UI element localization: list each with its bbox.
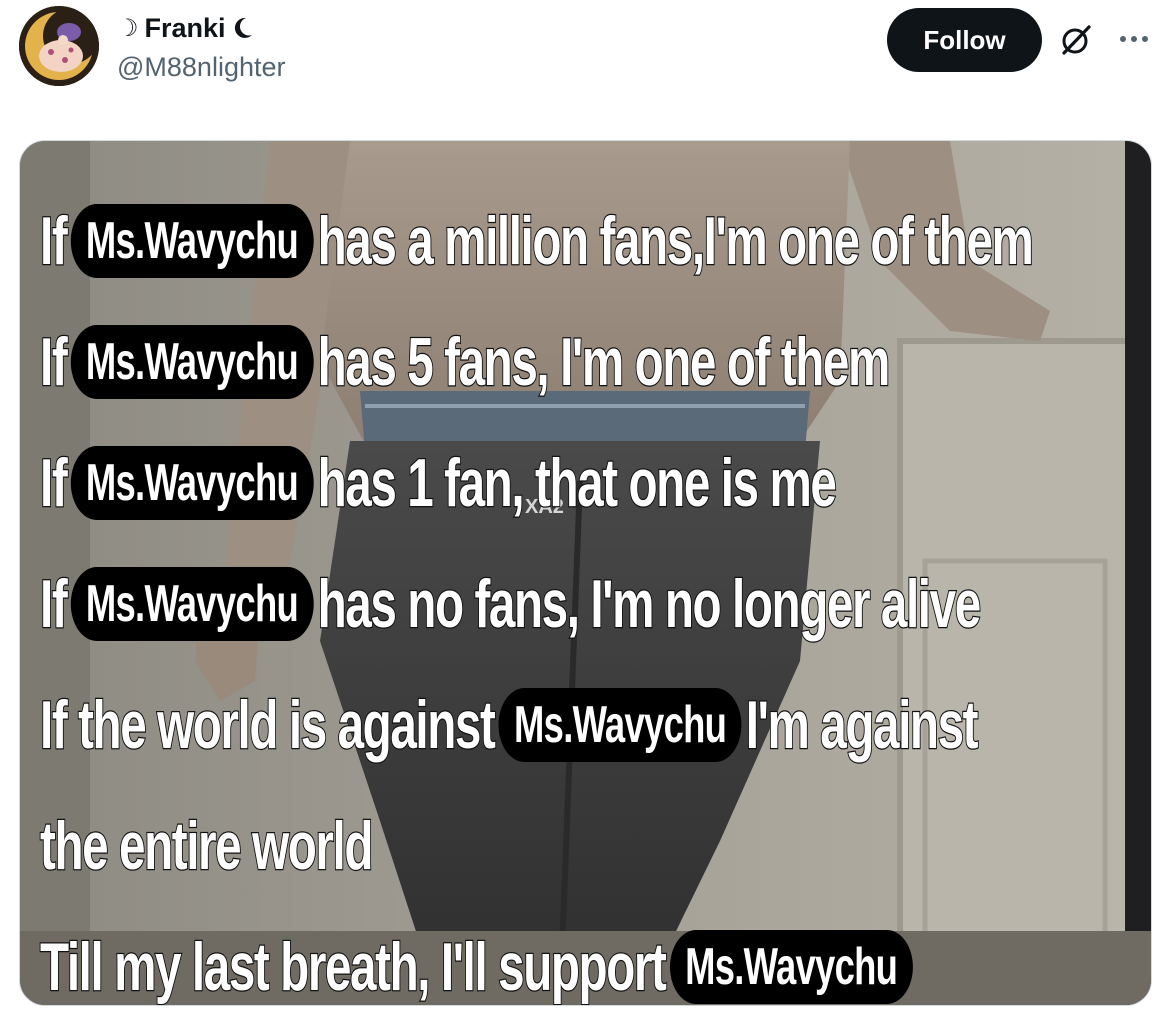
avatar[interactable] (19, 6, 99, 86)
author-names: ☽ Franki @M88nlighter (117, 10, 286, 83)
redacted-name: Ms.Wavychu (70, 446, 314, 520)
meme-line-1: If Ms.Wavychu has a million fans,I'm one o… (39, 202, 1035, 281)
more-icon[interactable] (1114, 24, 1154, 54)
meme-line-7: Till my last breath, I'll support Ms.Wavy… (39, 907, 1132, 1005)
tweet: ☽ Franki @M88nlighter Follow XA2 If Ms.W… (0, 0, 1166, 1022)
grok-icon[interactable] (1058, 22, 1094, 58)
redacted-name: Ms.Wavychu (70, 567, 314, 641)
meme-line-6: the entire world (39, 807, 374, 886)
redacted-name: Ms.Wavychu (669, 930, 913, 1004)
meme-line-5: If the world is against Ms.Wavychu I'm aga… (39, 686, 979, 765)
meme-line-2: If Ms.Wavychu has 5 fans, I'm one of them (39, 323, 891, 402)
author-name: Franki (144, 12, 226, 43)
redacted-name: Ms.Wavychu (70, 325, 314, 399)
meme-line-3: If Ms.Wavychu has 1 fan, that one is me (39, 444, 838, 523)
avatar-image (19, 6, 99, 86)
moon-emoji-left: ☽ (117, 14, 139, 42)
meme-caption: If Ms.Wavychu has a million fans,I'm one o… (39, 181, 1132, 1005)
redacted-name: Ms.Wavychu (70, 204, 314, 278)
follow-button[interactable]: Follow (887, 8, 1042, 72)
redacted-name: Ms.Wavychu (498, 688, 742, 762)
tweet-image[interactable]: XA2 If Ms.Wavychu has a million fans,I'm o… (19, 140, 1152, 1006)
meme-line-4: If Ms.Wavychu has no fans, I'm no longer a… (39, 565, 982, 644)
author-handle[interactable]: @M88nlighter (117, 52, 286, 83)
display-name[interactable]: ☽ Franki (117, 10, 286, 46)
crescent-moon-icon (234, 17, 252, 38)
